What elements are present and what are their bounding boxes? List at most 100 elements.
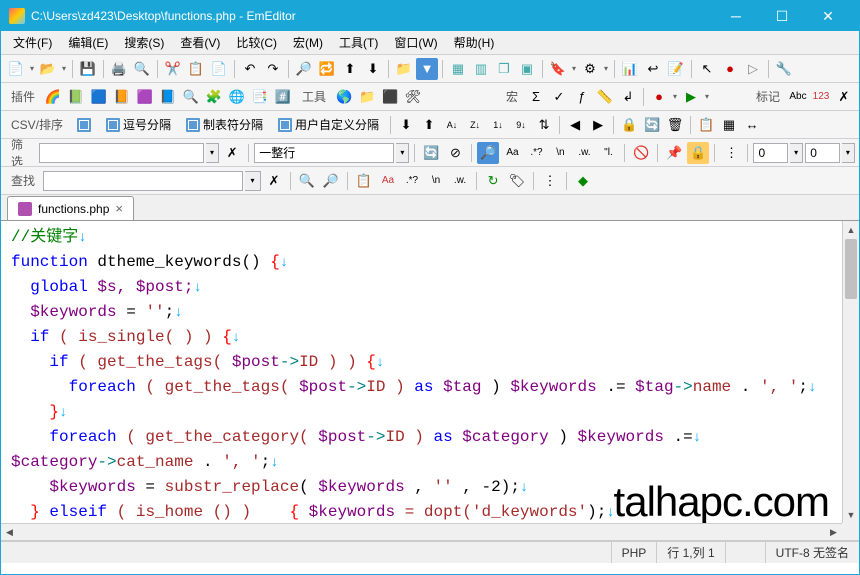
filter-toggle-icon[interactable]: ▼	[416, 58, 438, 80]
undo-icon[interactable]: ↶	[239, 58, 261, 80]
plugin-wordcomplete-icon[interactable]: 📑	[249, 86, 271, 108]
find-escape-icon[interactable]: \n	[425, 170, 447, 192]
new-file-icon[interactable]: 📄	[5, 58, 27, 80]
sort-len-icon[interactable]: ⇅	[533, 114, 555, 136]
sort-asc-icon[interactable]: ⬇	[395, 114, 417, 136]
code-editor[interactable]: //关键字↓ function dtheme_keywords() {↓ glo…	[1, 221, 859, 541]
find-history-dropdown[interactable]: ▾	[245, 171, 261, 191]
menu-window[interactable]: 窗口(W)	[386, 31, 445, 54]
menu-macro[interactable]: 宏(M)	[285, 31, 331, 54]
redo-icon[interactable]: ↷	[262, 58, 284, 80]
find-case-icon[interactable]: Aa	[377, 170, 399, 192]
plugin-search-icon[interactable]: 🔍	[180, 86, 202, 108]
filter-word-icon[interactable]: .w.	[573, 142, 595, 164]
code-content[interactable]: //关键字↓ function dtheme_keywords() {↓ glo…	[1, 221, 859, 541]
config-dropdown[interactable]: ▾	[602, 64, 610, 73]
sort-num-desc-icon[interactable]: 9↓	[510, 114, 532, 136]
menu-search[interactable]: 搜索(S)	[116, 31, 172, 54]
sort-desc-icon[interactable]: ⬆	[418, 114, 440, 136]
plugin-outline-icon[interactable]: 🟪	[134, 86, 156, 108]
macro-sum-icon[interactable]: Σ	[525, 86, 547, 108]
filter-advanced-icon[interactable]: ⋮	[720, 142, 742, 164]
filter-escape-icon[interactable]: \n	[549, 142, 571, 164]
filter-lines-below-dd[interactable]: ▾	[842, 143, 855, 163]
sort-az-icon[interactable]: A↓	[441, 114, 463, 136]
find-incremental-icon[interactable]: 📋	[353, 170, 375, 192]
menu-view[interactable]: 查看(V)	[172, 31, 228, 54]
col-left-icon[interactable]: ◀	[564, 114, 586, 136]
filter-scope-input[interactable]	[254, 143, 394, 163]
properties-icon[interactable]: 📝	[665, 58, 687, 80]
window-split-v-icon[interactable]: ▥	[470, 58, 492, 80]
filter-history-dropdown[interactable]: ▾	[206, 143, 219, 163]
sort-za-icon[interactable]: Z↓	[464, 114, 486, 136]
vertical-scrollbar[interactable]: ▲ ▼	[842, 221, 859, 523]
status-language[interactable]: PHP	[611, 542, 657, 563]
macro-run-dropdown[interactable]: ▾	[703, 92, 711, 101]
plugin-projects-icon[interactable]: 📘	[157, 86, 179, 108]
find-prev-icon[interactable]: ⬆	[339, 58, 361, 80]
menu-help[interactable]: 帮助(H)	[446, 31, 503, 54]
csv-normal-mode[interactable]	[70, 114, 98, 136]
macro-js-icon[interactable]: ƒ	[571, 86, 593, 108]
filter-refresh-icon[interactable]: 🔄	[420, 142, 442, 164]
tool-explorer-icon[interactable]: 📁	[356, 86, 378, 108]
arrow-cursor-icon[interactable]: ↖	[696, 58, 718, 80]
filter-incremental-icon[interactable]: 🔎	[477, 142, 499, 164]
menu-tools[interactable]: 工具(T)	[331, 31, 386, 54]
tab-close-icon[interactable]: ×	[115, 201, 123, 216]
macro-wrap-icon[interactable]: ↲	[617, 86, 639, 108]
plugin-webpreview-icon[interactable]: 🌐	[226, 86, 248, 108]
find-word-icon[interactable]: .w.	[449, 170, 471, 192]
open-file-dropdown[interactable]: ▾	[60, 64, 68, 73]
print-icon[interactable]: 🖨️	[108, 58, 130, 80]
scroll-left-icon[interactable]: ◀	[1, 524, 18, 540]
filter-input[interactable]	[39, 143, 204, 163]
csv-tab-sep[interactable]: 制表符分隔	[179, 114, 270, 136]
filter-extract-icon[interactable]: 🔒	[687, 142, 709, 164]
cell-mode-icon[interactable]: ▦	[718, 114, 740, 136]
macro-ruler-icon[interactable]: 📏	[594, 86, 616, 108]
find-symbol-icon[interactable]: ◆	[572, 170, 594, 192]
copy-icon[interactable]: 📋	[185, 58, 207, 80]
scroll-down-icon[interactable]: ▼	[843, 506, 859, 523]
find-icon[interactable]: 🔎	[293, 58, 315, 80]
plugin-explorer-icon[interactable]: 🌈	[42, 86, 64, 108]
plugin-open-docs-icon[interactable]: 📙	[111, 86, 133, 108]
find-regex-icon[interactable]: .*?	[401, 170, 423, 192]
macro-rec-icon[interactable]: ●	[648, 86, 670, 108]
menu-edit[interactable]: 编辑(E)	[60, 31, 116, 54]
tool-config-icon[interactable]: 🛠	[402, 86, 424, 108]
open-file-icon[interactable]: 📂	[37, 58, 59, 80]
new-file-dropdown[interactable]: ▾	[28, 64, 36, 73]
plugin-snippets-icon[interactable]: 🧩	[203, 86, 225, 108]
tool-cmd-icon[interactable]: ⬛	[379, 86, 401, 108]
minimize-button[interactable]: ─	[713, 1, 759, 31]
cascade-icon[interactable]: ❐	[493, 58, 515, 80]
print-preview-icon[interactable]: 🔍	[131, 58, 153, 80]
macro-run-icon[interactable]: ▶	[680, 86, 702, 108]
find-input[interactable]	[43, 171, 243, 191]
heading-icon[interactable]: 📋	[695, 114, 717, 136]
filter-lines-below[interactable]: 0	[805, 143, 840, 163]
macro-play-icon[interactable]: ▷	[742, 58, 764, 80]
tab-functions-php[interactable]: functions.php ×	[7, 196, 134, 220]
filter-negative-icon[interactable]: 🚫	[630, 142, 652, 164]
find-prev-icon[interactable]: 🔍	[296, 170, 318, 192]
wrap-icon[interactable]: ↩	[642, 58, 664, 80]
horizontal-scrollbar[interactable]: ◀ ▶	[1, 523, 842, 540]
cut-icon[interactable]: ✂️	[162, 58, 184, 80]
find-count-icon[interactable]: 🏷	[506, 170, 528, 192]
plugin-wordcount-icon[interactable]: #️⃣	[272, 86, 294, 108]
config-icon[interactable]: ⚙	[579, 58, 601, 80]
filter-whole-icon[interactable]: "l.	[597, 142, 619, 164]
filter-case-icon[interactable]: Aa	[501, 142, 523, 164]
menu-file[interactable]: 文件(F)	[5, 31, 60, 54]
filter-bookmark-icon[interactable]: 📌	[663, 142, 685, 164]
close-button[interactable]: ✕	[805, 1, 851, 31]
macro-rec-dropdown[interactable]: ▾	[671, 92, 679, 101]
plugin-diff-icon[interactable]: 📗	[65, 86, 87, 108]
delete-dup-icon[interactable]: 🗑	[664, 114, 686, 136]
tool-ie-icon[interactable]: 🌎	[333, 86, 355, 108]
marker-clear-icon[interactable]: ✗	[833, 86, 855, 108]
